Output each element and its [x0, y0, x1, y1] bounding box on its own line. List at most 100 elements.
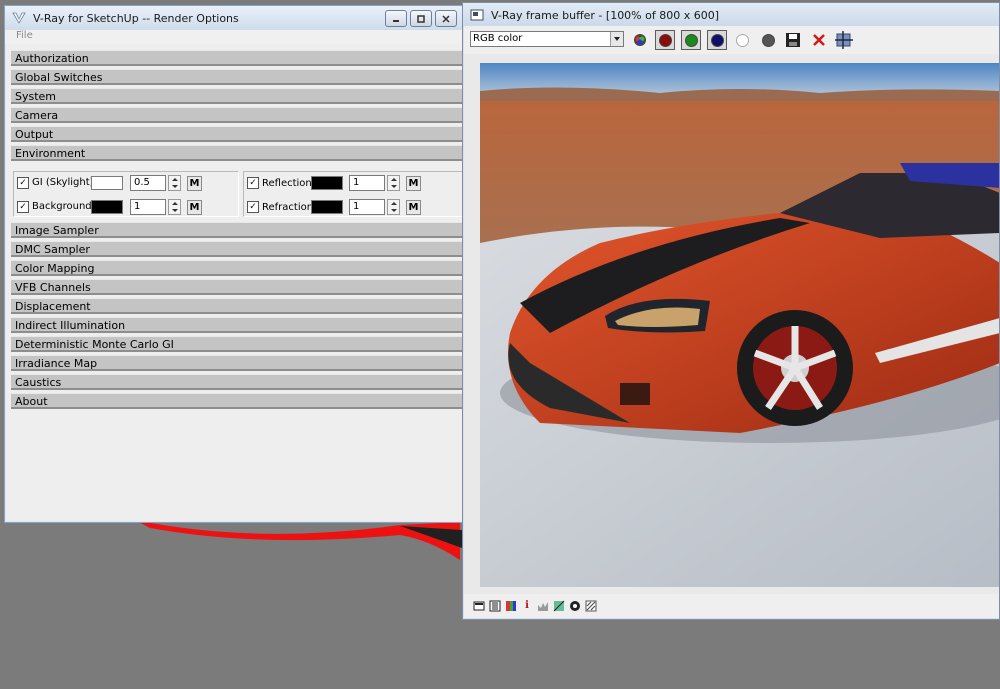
rollout-label: System	[15, 90, 57, 103]
rollout-displacement[interactable]: Displacement	[11, 298, 463, 314]
rollout-caustics[interactable]: Caustics	[11, 374, 463, 390]
display-icon[interactable]	[473, 600, 485, 612]
spinner-up-icon	[391, 178, 397, 181]
background-spinner[interactable]	[168, 199, 181, 215]
environment-panel: ✓ GI (Skylight) 0.5 M ✓ Background 1 M ✓…	[11, 169, 463, 221]
blue-channel-button[interactable]	[707, 30, 727, 50]
rollout-label: Camera	[15, 109, 59, 122]
gi-color-swatch[interactable]	[91, 176, 123, 190]
reflection-label: Reflection	[262, 178, 312, 189]
minimize-button[interactable]	[385, 10, 407, 27]
settings-icon[interactable]	[585, 600, 597, 612]
alpha-channel-icon	[735, 33, 749, 47]
rollout-label: Displacement	[15, 300, 91, 313]
rollout-about[interactable]: About	[11, 393, 463, 409]
rollout-vfb-channels[interactable]: VFB Channels	[11, 279, 463, 295]
spinner-down-icon	[391, 185, 397, 188]
rollout-indirect-illumination[interactable]: Indirect Illumination	[11, 317, 463, 333]
render-options-window[interactable]: V-Ray for SketchUp -- Render Options Fil…	[4, 5, 464, 523]
background-checkbox[interactable]: ✓	[17, 201, 29, 213]
gi-label: GI (Skylight)	[32, 177, 94, 188]
background-map-button[interactable]: M	[187, 200, 202, 215]
rollout-dmc-sampler[interactable]: DMC Sampler	[11, 241, 463, 257]
maximize-icon	[417, 14, 425, 23]
reflection-multiplier-input[interactable]: 1	[349, 175, 385, 191]
track-mouse-button[interactable]	[834, 30, 854, 50]
rollout-environment[interactable]: Environment	[11, 145, 463, 161]
rollout-camera[interactable]: Camera	[11, 107, 463, 123]
menu-file[interactable]: File	[16, 30, 33, 41]
rollout-label: Global Switches	[15, 71, 103, 84]
blue-channel-icon	[710, 33, 724, 47]
green-channel-button[interactable]	[681, 30, 701, 50]
maximize-button[interactable]	[410, 10, 432, 27]
reflection-color-swatch[interactable]	[311, 176, 343, 190]
gi-spinner[interactable]	[168, 175, 181, 191]
levels-icon[interactable]	[553, 600, 565, 612]
chevron-down-icon	[610, 32, 623, 46]
history-icon[interactable]	[489, 600, 501, 612]
alpha-channel-button[interactable]	[732, 30, 752, 50]
channel-select[interactable]: RGB color	[470, 31, 624, 47]
reflection-spinner[interactable]	[387, 175, 400, 191]
background-multiplier-input[interactable]: 1	[130, 199, 166, 215]
vfb-app-icon	[470, 9, 484, 21]
vray-app-icon	[12, 12, 26, 24]
monochrome-button[interactable]	[758, 30, 778, 50]
rollout-label: VFB Channels	[15, 281, 91, 294]
rollout-label: DMC Sampler	[15, 243, 90, 256]
info-icon[interactable]: i	[521, 600, 533, 612]
refraction-checkbox[interactable]: ✓	[247, 201, 259, 213]
vfb-titlebar[interactable]: V-Ray frame buffer - [100% of 800 x 600]	[463, 3, 999, 27]
window-title: V-Ray for SketchUp -- Render Options	[33, 11, 239, 25]
render-options-titlebar[interactable]: V-Ray for SketchUp -- Render Options	[5, 6, 463, 30]
rollout-image-sampler[interactable]: Image Sampler	[11, 222, 463, 238]
vfb-status-bar: i	[464, 594, 999, 618]
rollout-label: Deterministic Monte Carlo GI	[15, 338, 174, 351]
background-color-swatch[interactable]	[91, 200, 123, 214]
red-channel-button[interactable]	[655, 30, 675, 50]
gi-multiplier-input[interactable]: 0.5	[130, 175, 166, 191]
reflection-checkbox[interactable]: ✓	[247, 177, 259, 189]
clear-image-icon	[813, 34, 825, 46]
close-icon	[442, 14, 450, 23]
clear-image-button[interactable]	[809, 30, 829, 50]
rollout-dmc-gi[interactable]: Deterministic Monte Carlo GI	[11, 336, 463, 352]
menu-bar: File	[5, 30, 463, 44]
minimize-icon	[393, 19, 399, 22]
exposure-icon[interactable]	[569, 600, 581, 612]
gi-map-button[interactable]: M	[187, 176, 202, 191]
refraction-spinner[interactable]	[387, 199, 400, 215]
color-clamp-icon[interactable]	[505, 600, 517, 612]
track-mouse-icon	[835, 31, 853, 49]
rgb-channels-button[interactable]	[630, 30, 650, 50]
close-button[interactable]	[435, 10, 457, 27]
rollout-system[interactable]: System	[11, 88, 463, 104]
rollout-authorization[interactable]: Authorization	[11, 50, 463, 66]
refraction-map-button[interactable]: M	[406, 200, 421, 215]
rollout-label: About	[15, 395, 48, 408]
gi-checkbox[interactable]: ✓	[17, 177, 29, 189]
window-title: V-Ray frame buffer - [100% of 800 x 600]	[491, 8, 720, 22]
rollout-color-mapping[interactable]: Color Mapping	[11, 260, 463, 276]
rendered-car-image	[480, 63, 999, 587]
vfb-window[interactable]: V-Ray frame buffer - [100% of 800 x 600]…	[462, 2, 1000, 620]
rollout-label: Color Mapping	[15, 262, 95, 275]
spinner-up-icon	[391, 202, 397, 205]
spinner-down-icon	[172, 185, 178, 188]
rollout-output[interactable]: Output	[11, 126, 463, 142]
rollout-label: Caustics	[15, 376, 62, 389]
rollout-global-switches[interactable]: Global Switches	[11, 69, 463, 85]
vfb-toolbar: RGB color	[464, 26, 999, 54]
refraction-color-swatch[interactable]	[311, 200, 343, 214]
lut-icon[interactable]	[537, 600, 549, 612]
reflection-map-button[interactable]: M	[406, 176, 421, 191]
spinner-down-icon	[391, 209, 397, 212]
rollout-irradiance-map[interactable]: Irradiance Map	[11, 355, 463, 371]
render-area[interactable]	[464, 54, 999, 594]
spinner-up-icon	[172, 202, 178, 205]
channel-select-value: RGB color	[473, 33, 523, 44]
save-image-button[interactable]	[783, 30, 803, 50]
rollout-label: Environment	[15, 147, 86, 160]
refraction-multiplier-input[interactable]: 1	[349, 199, 385, 215]
